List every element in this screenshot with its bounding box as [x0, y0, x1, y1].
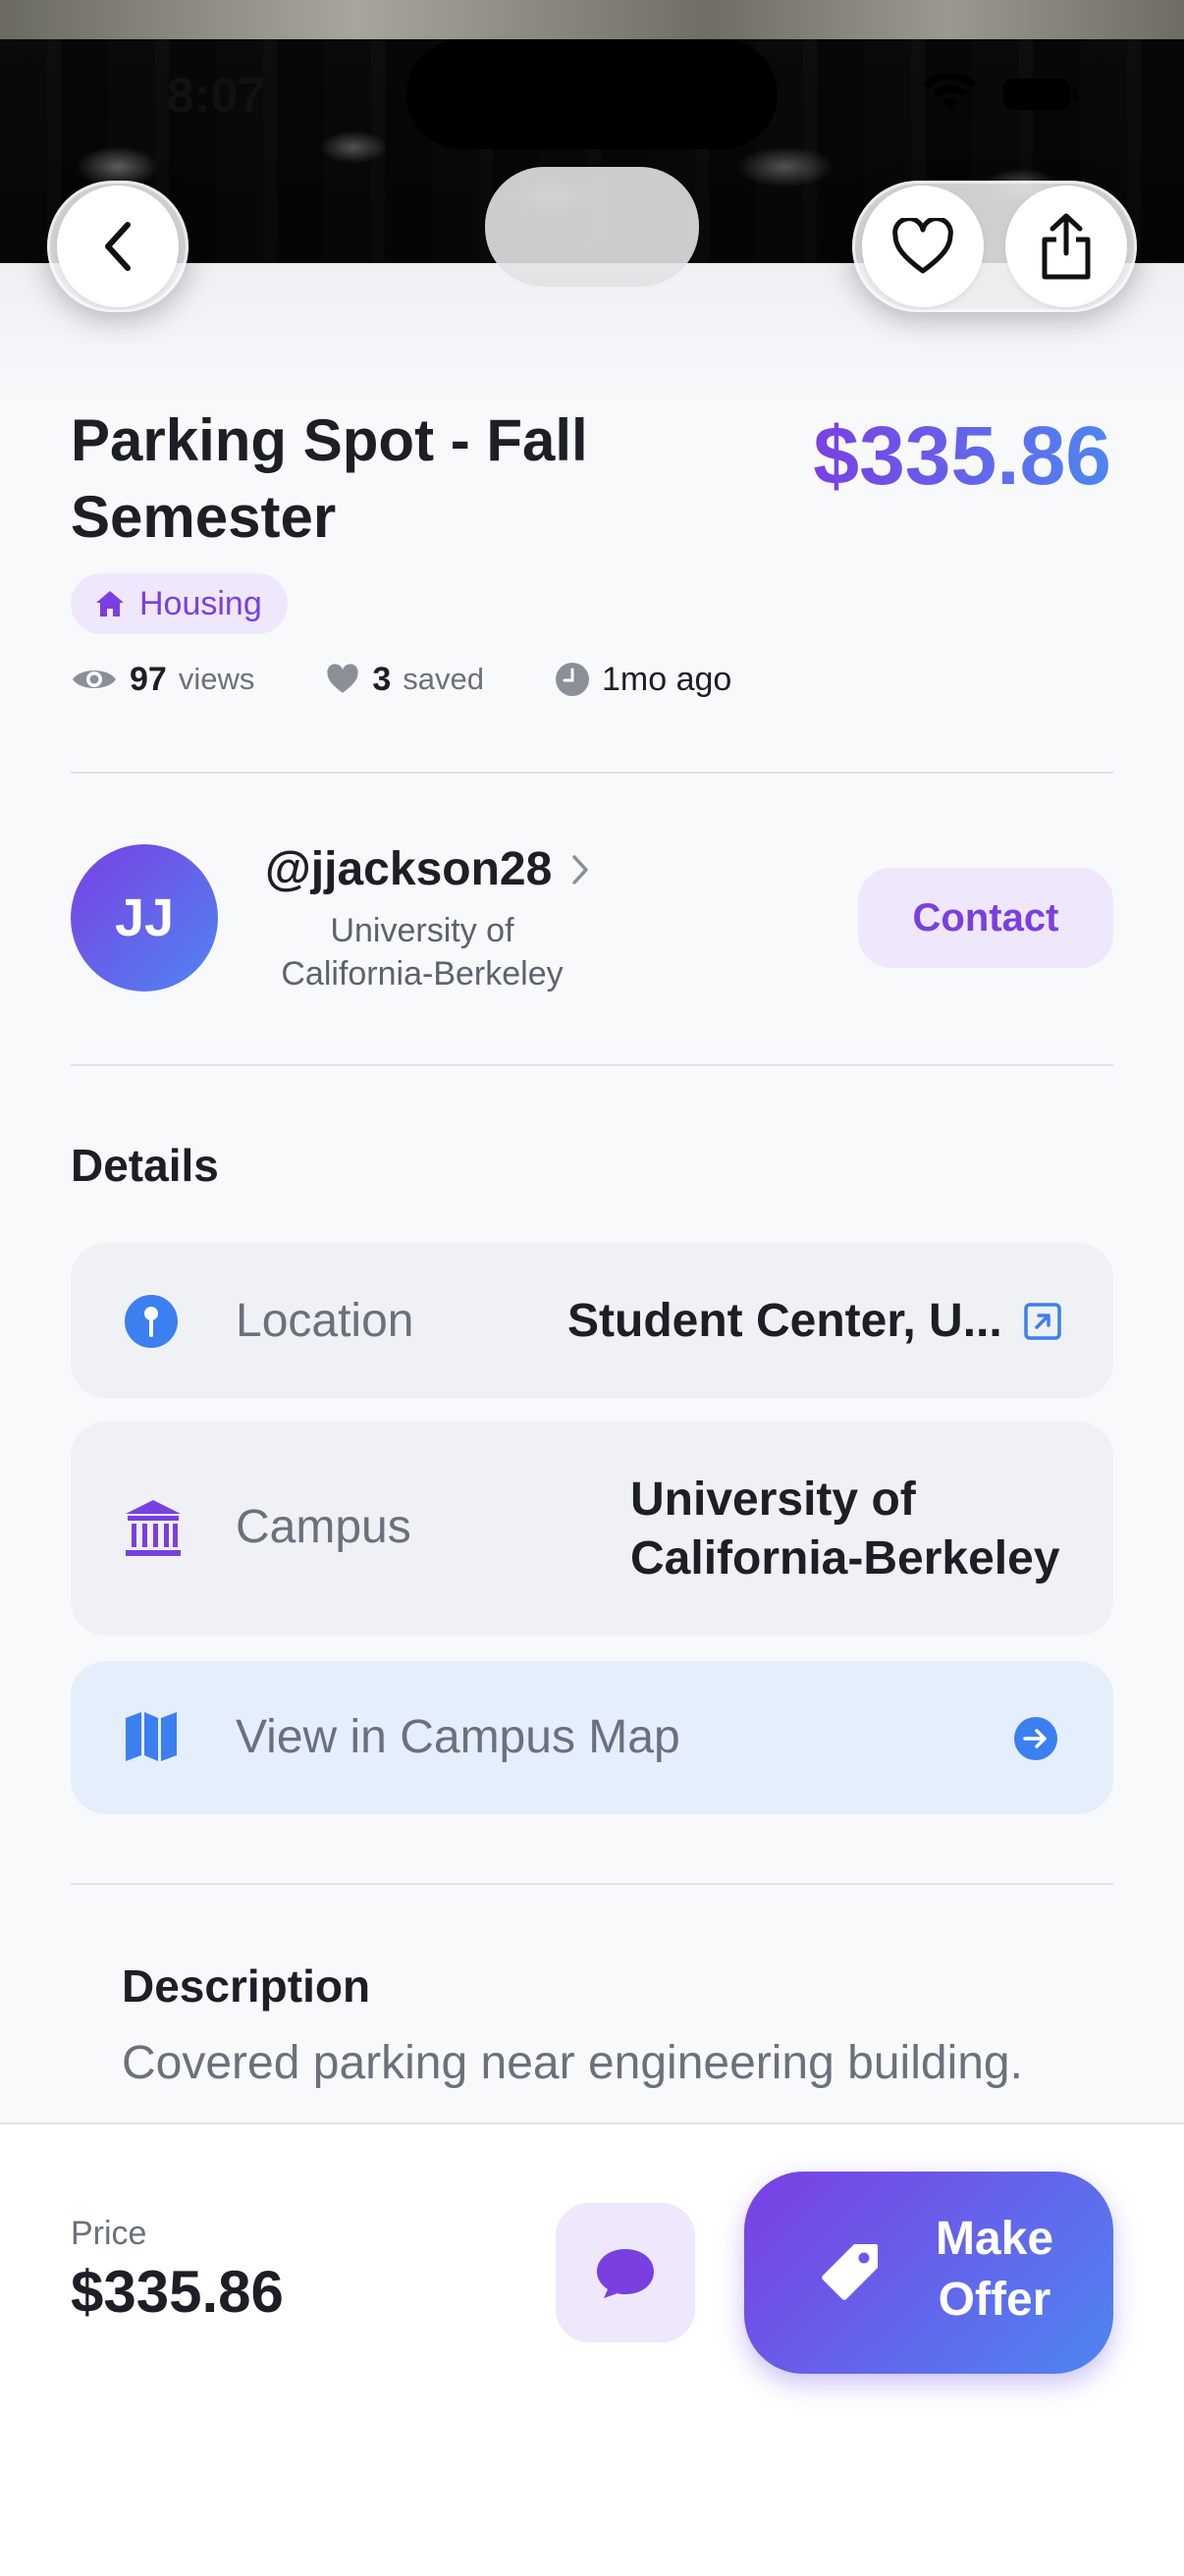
- battery-icon: [1003, 79, 1078, 110]
- divider: [71, 1883, 1113, 1885]
- contact-button[interactable]: Contact: [858, 868, 1113, 968]
- actions-group: [852, 181, 1137, 312]
- seller-username: @jjackson28: [265, 843, 553, 895]
- map-icon: [126, 1712, 177, 1761]
- bottom-price: $335.86: [71, 2259, 284, 2325]
- hero-image-top: [0, 0, 1184, 39]
- location-value: Student Center, U...: [567, 1295, 1002, 1347]
- message-button[interactable]: [556, 2203, 695, 2342]
- bottom-price-label: Price: [71, 2215, 147, 2252]
- eye-icon: [73, 671, 116, 688]
- views-count: 97: [130, 660, 167, 698]
- listing-stats: 97 views 3 saved 1mo ago: [71, 654, 802, 705]
- price-tag-icon: [822, 2244, 878, 2300]
- drag-handle: [485, 167, 699, 287]
- listing-price: $335.86: [813, 406, 1111, 505]
- location-label: Location: [236, 1295, 414, 1347]
- make-offer-button[interactable]: Make Offer: [744, 2172, 1113, 2374]
- saved-count: 3: [372, 660, 392, 698]
- external-link-icon: [1024, 1303, 1061, 1340]
- back-button[interactable]: [47, 181, 188, 312]
- campus-label: Campus: [236, 1501, 411, 1553]
- saved-stat: 3 saved: [325, 661, 484, 699]
- back-chevron-icon: [105, 222, 131, 271]
- location-row[interactable]: Location Student Center, U...: [71, 1243, 1113, 1398]
- favorite-button[interactable]: [862, 186, 984, 307]
- posted-stat: 1mo ago: [555, 661, 731, 699]
- chevron-right-icon: [572, 854, 589, 885]
- campus-value: University of California-Berkeley: [630, 1474, 1060, 1584]
- university-icon: [126, 1500, 181, 1556]
- divider: [71, 772, 1113, 774]
- heart-icon: [892, 218, 953, 274]
- details-heading: Details: [71, 1140, 219, 1191]
- views-stat: 97 views: [71, 661, 254, 699]
- arrow-right-circle-icon: [1014, 1717, 1057, 1760]
- heart-filled-icon: [327, 664, 358, 693]
- campus-map-button[interactable]: View in Campus Map: [71, 1661, 1113, 1814]
- wifi-icon: [924, 73, 977, 110]
- description-heading: Description: [122, 1960, 371, 2012]
- location-pin-icon: [125, 1295, 178, 1348]
- campus-map-label: View in Campus Map: [236, 1711, 680, 1763]
- clock-icon: [556, 663, 589, 696]
- saved-label: saved: [403, 662, 484, 696]
- description-text: Covered parking near engineering buildin…: [122, 2037, 1023, 2089]
- listing-title: Parking Spot - Fall Semester: [71, 407, 588, 550]
- house-icon: [96, 591, 124, 617]
- category-badge[interactable]: Housing: [71, 573, 288, 634]
- seller-profile-link[interactable]: @jjackson28: [265, 842, 589, 896]
- divider: [71, 1064, 1113, 1066]
- share-button[interactable]: [1005, 186, 1127, 307]
- campus-row: Campus University of California-Berkeley: [71, 1422, 1113, 1636]
- category-label: Housing: [139, 584, 262, 622]
- make-offer-label: Make Offer: [935, 2213, 1054, 2326]
- share-icon: [1042, 213, 1091, 280]
- dynamic-island: [406, 39, 778, 149]
- seller-school: University of California-Berkeley: [281, 912, 564, 993]
- status-time: 8:07: [167, 68, 266, 123]
- chat-bubble-icon: [597, 2249, 654, 2298]
- seller-avatar[interactable]: JJ: [71, 844, 218, 992]
- back-button-circle: [57, 186, 179, 307]
- views-label: views: [178, 662, 255, 696]
- posted-time: 1mo ago: [602, 660, 732, 698]
